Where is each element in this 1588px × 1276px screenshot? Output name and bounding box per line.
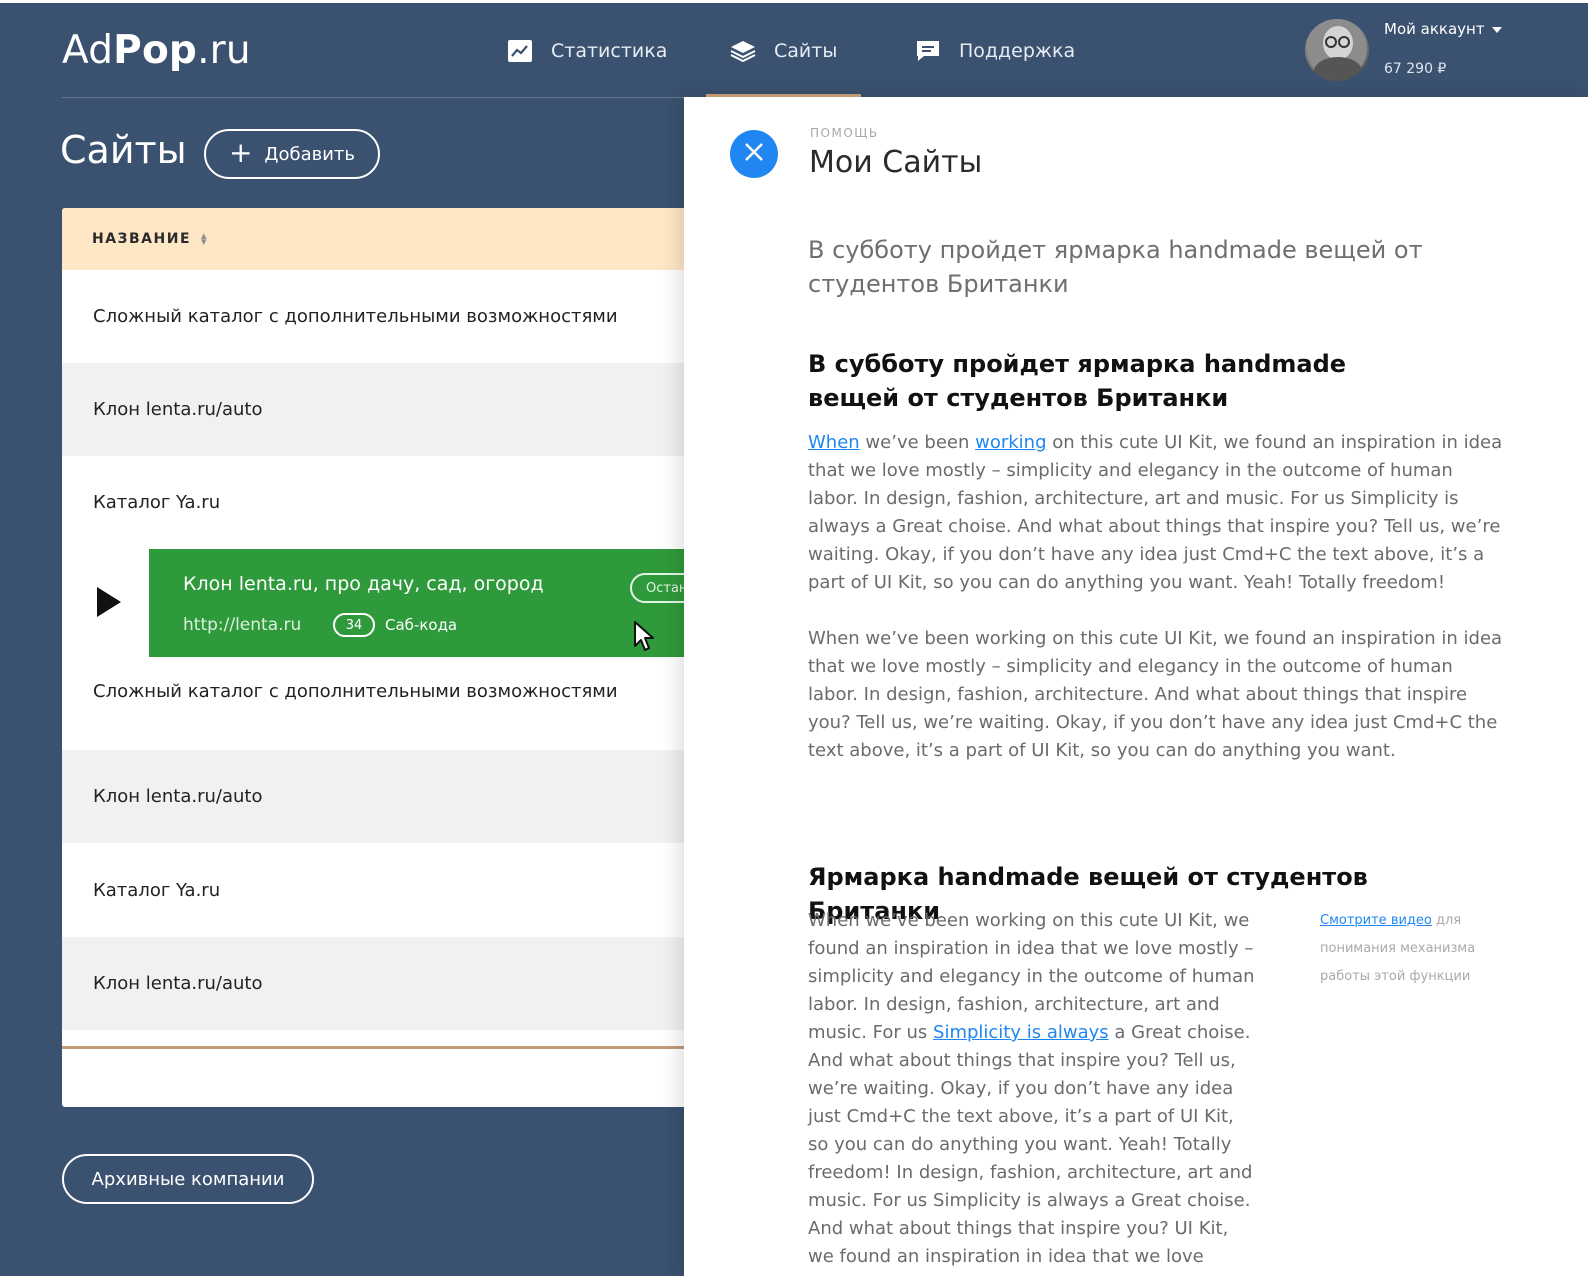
help-paragraph-3: When we’ve been working on this cute UI … [808, 910, 1255, 1267]
nav-sites-label: Сайты [774, 40, 838, 62]
table-divider [62, 1046, 702, 1049]
page-title: Сайты [60, 128, 187, 172]
mouse-cursor-icon [633, 620, 657, 654]
active-row-card[interactable]: Клон lenta.ru, про дачу, сад, огород htt… [149, 549, 702, 657]
help-paragraph-2: When we’ve been working on this cute UI … [808, 628, 1503, 761]
play-icon[interactable] [97, 587, 121, 617]
help-title: Мои Сайты [809, 145, 983, 180]
chevron-down-icon [1491, 26, 1502, 33]
table-row[interactable]: Сложный каталог с дополнительными возмож… [62, 657, 702, 750]
watch-video-link[interactable]: Смотрите видео [1320, 913, 1432, 928]
top-frame-edge [0, 0, 1588, 3]
nav-statistics[interactable]: Статистика [507, 36, 667, 66]
close-icon [743, 141, 765, 168]
sort-icon[interactable]: ▴ ▾ [201, 230, 208, 247]
help-side-note: Смотрите видео для понимания механизма р… [1320, 913, 1476, 984]
table-row[interactable]: Клон lenta.ru/auto [62, 363, 702, 456]
simplicity-link[interactable]: Simplicity is always [933, 1022, 1109, 1043]
app-window: AdPop.ru Статистика Сайты Поддержка Мой … [0, 0, 1588, 1276]
add-site-label: Добавить [264, 143, 356, 165]
table-row[interactable]: Клон lenta.ru/auto [62, 750, 702, 843]
active-row-url[interactable]: http://lenta.ru [183, 615, 301, 635]
table-row[interactable]: Каталог Ya.ru [62, 843, 702, 937]
plus-icon: + [228, 136, 253, 169]
working-link[interactable]: working [975, 432, 1046, 453]
avatar[interactable] [1305, 19, 1369, 81]
help-paragraph-1: When we’ve been working on this cute UI … [808, 432, 1503, 593]
adpop-logo[interactable]: AdPop.ru [62, 28, 251, 73]
table-row[interactable]: Каталог Ya.ru [62, 456, 702, 549]
chat-icon [915, 39, 941, 63]
nav-support-label: Поддержка [959, 40, 1076, 62]
archive-campaigns-button[interactable]: Архивные компании [62, 1154, 314, 1204]
header-divider [62, 97, 762, 98]
add-site-button[interactable]: + Добавить [204, 129, 380, 179]
column-header-name[interactable]: НАЗВАНИЕ [92, 231, 191, 247]
subcode-count-badge: 34 [333, 613, 375, 637]
nav-support[interactable]: Поддержка [915, 36, 1075, 66]
chart-icon [507, 39, 533, 63]
table-row[interactable]: Клон lenta.ru/auto [62, 937, 702, 1030]
nav-sites[interactable]: Сайты [730, 36, 837, 66]
help-panel: ПОМОЩЬ Мои Сайты В субботу пройдет ярмар… [684, 97, 1588, 1276]
account-balance: 67 290 ₽ [1384, 61, 1447, 77]
help-lead: В субботу пройдет ярмарка handmade вещей… [808, 236, 1423, 298]
layers-icon [730, 39, 756, 63]
sites-table: НАЗВАНИЕ ▴ ▾ Сложный каталог с дополнител… [62, 208, 702, 1107]
subcode-label: Саб-кода [385, 616, 458, 634]
table-header: НАЗВАНИЕ ▴ ▾ [62, 208, 702, 270]
help-eyebrow: ПОМОЩЬ [810, 126, 879, 140]
when-link[interactable]: When [808, 432, 860, 453]
active-table-row[interactable]: Клон lenta.ru, про дачу, сад, огород htt… [62, 549, 702, 657]
nav-statistics-label: Статистика [551, 40, 668, 62]
close-button[interactable] [730, 130, 778, 178]
account-menu[interactable]: Мой аккаунт [1384, 20, 1502, 38]
table-row[interactable]: Сложный каталог с дополнительными возмож… [62, 270, 702, 363]
help-heading-1: В субботу пройдет ярмарка handmade вещей… [808, 350, 1347, 412]
active-row-title: Клон lenta.ru, про дачу, сад, огород [183, 573, 544, 595]
